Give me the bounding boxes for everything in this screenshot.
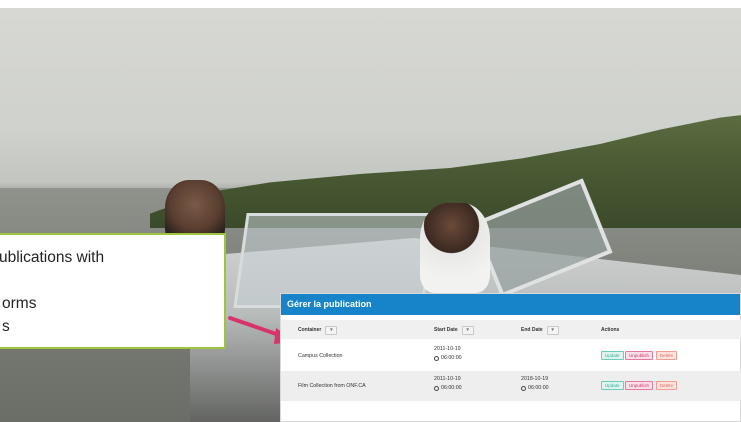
end-date: 2018-10-19 — [521, 376, 549, 382]
callout-line-2 — [0, 270, 224, 293]
callout-box: ublications with orms s — [0, 233, 226, 349]
start-time-value: 06:00:00 — [441, 385, 462, 391]
end-time-value: 06:00:00 — [528, 385, 549, 391]
update-button[interactable]: Update — [601, 351, 624, 360]
table-row: Campus Collection 2011-10-19 06:00:00 Up… — [281, 341, 741, 371]
panel-title: Gérer la publication — [281, 294, 740, 315]
clock-icon — [521, 385, 526, 391]
column-end-label: End Date — [521, 327, 543, 333]
column-start-date[interactable]: Start Date ▾ — [434, 322, 474, 338]
start-time: 06:00:00 — [434, 354, 462, 362]
start-time-value: 06:00:00 — [441, 355, 462, 361]
table-header-row — [281, 320, 741, 339]
column-container-label: Container — [298, 327, 322, 333]
column-container[interactable]: Container ▾ — [298, 322, 338, 338]
table-row: Film Collection from ONF.CA 2011-10-19 0… — [281, 371, 741, 401]
container-name: Film Collection from ONF.CA — [298, 383, 366, 389]
end-time: 06:00:00 — [521, 384, 549, 392]
sort-dropdown-icon[interactable]: ▾ — [546, 325, 559, 335]
sort-dropdown-icon[interactable]: ▾ — [461, 325, 474, 335]
publication-panel: Gérer la publication Container ▾ Start D… — [280, 293, 741, 422]
container-name: Campus Collection — [298, 353, 343, 359]
unpublish-button[interactable]: Unpublish — [625, 381, 654, 390]
column-end-date[interactable]: End Date ▾ — [521, 322, 559, 338]
unpublish-button[interactable]: Unpublish — [625, 351, 654, 360]
start-date: 2011-10-19 — [434, 376, 461, 382]
clock-icon — [434, 355, 439, 361]
column-start-label: Start Date — [434, 327, 458, 333]
column-actions: Actions — [601, 322, 619, 338]
start-date: 2011-10-19 — [434, 346, 461, 352]
callout-line-4: s — [2, 318, 10, 335]
sort-dropdown-icon[interactable]: ▾ — [325, 325, 338, 335]
callout-line-1: ublications with — [0, 249, 105, 266]
callout-line-3: orms — [2, 295, 37, 312]
start-time: 06:00:00 — [434, 384, 462, 392]
person-passenger — [420, 203, 490, 293]
column-actions-label: Actions — [601, 327, 620, 333]
delete-button[interactable]: Delete — [656, 381, 678, 390]
clock-icon — [434, 385, 439, 391]
update-button[interactable]: Update — [601, 381, 624, 390]
delete-button[interactable]: Delete — [656, 351, 678, 360]
